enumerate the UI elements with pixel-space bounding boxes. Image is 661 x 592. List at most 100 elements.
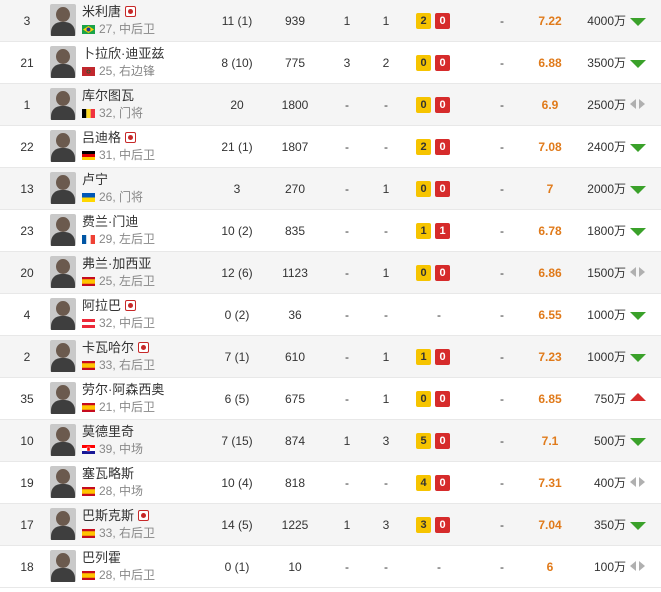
player-name[interactable]: 费兰·门迪 [82,214,138,229]
minutes: 270 [284,182,306,196]
player-photo[interactable] [50,172,76,204]
assists: 3 [382,518,390,532]
table-row[interactable]: 20 弗兰·加西亚 25, 左后卫 12 (6) 1123 - 1 0 0 - 6.86 1500万 [0,252,661,294]
player-name-wrap[interactable]: 吕迪格 [82,130,137,146]
player-name[interactable]: 卢宁 [82,172,108,187]
player-info: 33, 右后卫 [82,358,155,372]
assists: 1 [382,266,390,280]
trend-down-icon [630,228,646,236]
market-value: 1000万 [587,350,626,364]
cards: 50 [416,433,454,449]
market-value: 750万 [593,392,626,406]
yellow-card-count: 1 [416,223,431,239]
player-name-wrap[interactable]: 弗兰·加西亚 [82,256,151,272]
player-photo[interactable] [50,340,76,372]
player-name-wrap[interactable]: 卢宁 [82,172,108,188]
player-name-wrap[interactable]: 费兰·门迪 [82,214,138,230]
age-position: 29, 左后卫 [99,232,156,246]
age-position: 33, 右后卫 [99,526,156,540]
player-name[interactable]: 塞瓦略斯 [82,466,134,481]
player-name-wrap[interactable]: 巴列霍 [82,550,121,566]
plus-minus: - [500,392,504,406]
player-info: 39, 中场 [82,442,143,456]
table-row[interactable]: 2 卡瓦哈尔 33, 右后卫 7 (1) 610-1 1 0-7.23 1000万 [0,336,661,378]
player-photo[interactable] [50,508,76,540]
captain-icon [138,342,150,353]
table-row[interactable]: 4 阿拉巴 32, 中后卫 0 (2) 36 - - - - 6.55 1000万 [0,294,661,336]
table-row[interactable]: 1 库尔图瓦 32, 门将 20 1800 - - 0 0 - 6.9 2500万 [0,84,661,126]
player-photo[interactable] [50,46,76,78]
player-name[interactable]: 阿拉巴 [82,298,121,313]
table-row[interactable]: 18 巴列霍 28, 中后卫 0 (1) 10 - - - - 6 100万 [0,546,661,588]
player-photo[interactable] [50,424,76,456]
player-name[interactable]: 卜拉欣·迪亚兹 [82,46,164,61]
age-position: 32, 门将 [99,106,144,120]
table-row[interactable]: 10 莫德里奇 39, 中场 7 (15) 874 1 3 5 0 - 7.1 500万 [0,420,661,462]
rating: 7.23 [538,350,562,364]
player-photo[interactable] [50,4,76,36]
player-name-wrap[interactable]: 卡瓦哈尔 [82,340,150,356]
player-photo[interactable] [50,214,76,246]
player-name-wrap[interactable]: 卜拉欣·迪亚兹 [82,46,164,62]
player-name[interactable]: 莫德里奇 [82,424,134,439]
trend-flat-icon [630,561,648,571]
assists: - [384,560,388,574]
player-name[interactable]: 米利唐 [82,4,121,19]
plus-minus: - [500,518,504,532]
player-info: 25, 左后卫 [82,274,155,288]
table-row[interactable]: 21 卜拉欣·迪亚兹 25, 右边锋 8 (10) 775 3 2 0 0 - 6.88 3500万 [0,42,661,84]
player-name-wrap[interactable]: 米利唐 [82,4,137,20]
player-photo[interactable] [50,88,76,120]
flag-icon [82,22,99,36]
player-name-wrap[interactable]: 巴斯克斯 [82,508,150,524]
table-row[interactable]: 19 塞瓦略斯 28, 中场 10 (4) 818 - - 4 0 - 7.31 400万 [0,462,661,504]
player-number: 10 [20,434,34,448]
minutes: 939 [284,14,306,28]
player-name[interactable]: 巴列霍 [82,550,121,565]
flag-icon [82,358,99,372]
table-row[interactable]: 17 巴斯克斯 33, 右后卫 14 (5) 1225 1 3 3 0-7.04 350万 [0,504,661,546]
yellow-card-count: 0 [416,181,431,197]
market-value: 1500万 [587,266,626,280]
player-name[interactable]: 库尔图瓦 [82,88,134,103]
plus-minus: - [500,266,504,280]
age-position: 31, 中后卫 [99,148,156,162]
table-row[interactable]: 23 费兰·门迪 29, 左后卫 10 (2) 835 - - 1 1 - 6.78 1800万 [0,210,661,252]
trend-flat-icon [630,99,648,109]
table-row[interactable]: 35 劳尔·阿森西奥 21, 中后卫 6 (5) 675 - 1 0 0 - 6.85 750万 [0,378,661,420]
table-row[interactable]: 3 米利唐 27, 中后卫 11 (1) 939 1 1 2 0 - 7.22 4000万 [0,0,661,42]
goals: - [345,308,349,322]
plus-minus: - [500,308,504,322]
table-row[interactable]: 22 吕迪格 31, 中后卫 21 (1) 1807 - - 2 0 - 7.08 2400万 [0,126,661,168]
rating: 7.31 [538,476,562,490]
player-name[interactable]: 劳尔·阿森西奥 [82,382,164,397]
plus-minus: - [500,56,504,70]
trend-down-icon [630,312,646,320]
market-value: 1000万 [587,308,626,322]
player-photo[interactable] [50,130,76,162]
plus-minus: - [500,434,504,448]
assists: 1 [382,14,390,28]
player-name-wrap[interactable]: 塞瓦略斯 [82,466,134,482]
table-row[interactable]: 13 卢宁 26, 门将 3 270 - 1 0 0 - 7 2000万 [0,168,661,210]
player-photo[interactable] [50,382,76,414]
player-name[interactable]: 巴斯克斯 [82,508,134,523]
player-name[interactable]: 卡瓦哈尔 [82,340,134,355]
player-name-wrap[interactable]: 库尔图瓦 [82,88,134,104]
player-info: 33, 右后卫 [82,526,155,540]
player-name-wrap[interactable]: 莫德里奇 [82,424,134,440]
player-name-wrap[interactable]: 劳尔·阿森西奥 [82,382,164,398]
goals: - [345,98,349,112]
player-name[interactable]: 吕迪格 [82,130,121,145]
player-name[interactable]: 弗兰·加西亚 [82,256,151,271]
player-photo[interactable] [50,466,76,498]
age-position: 27, 中后卫 [99,22,156,36]
player-photo[interactable] [50,550,76,582]
player-photo[interactable] [50,256,76,288]
assists: 2 [382,56,390,70]
flag-icon [82,106,99,120]
appearances: 11 (1) [221,14,253,28]
goals: 1 [343,518,351,532]
player-photo[interactable] [50,298,76,330]
player-name-wrap[interactable]: 阿拉巴 [82,298,137,314]
